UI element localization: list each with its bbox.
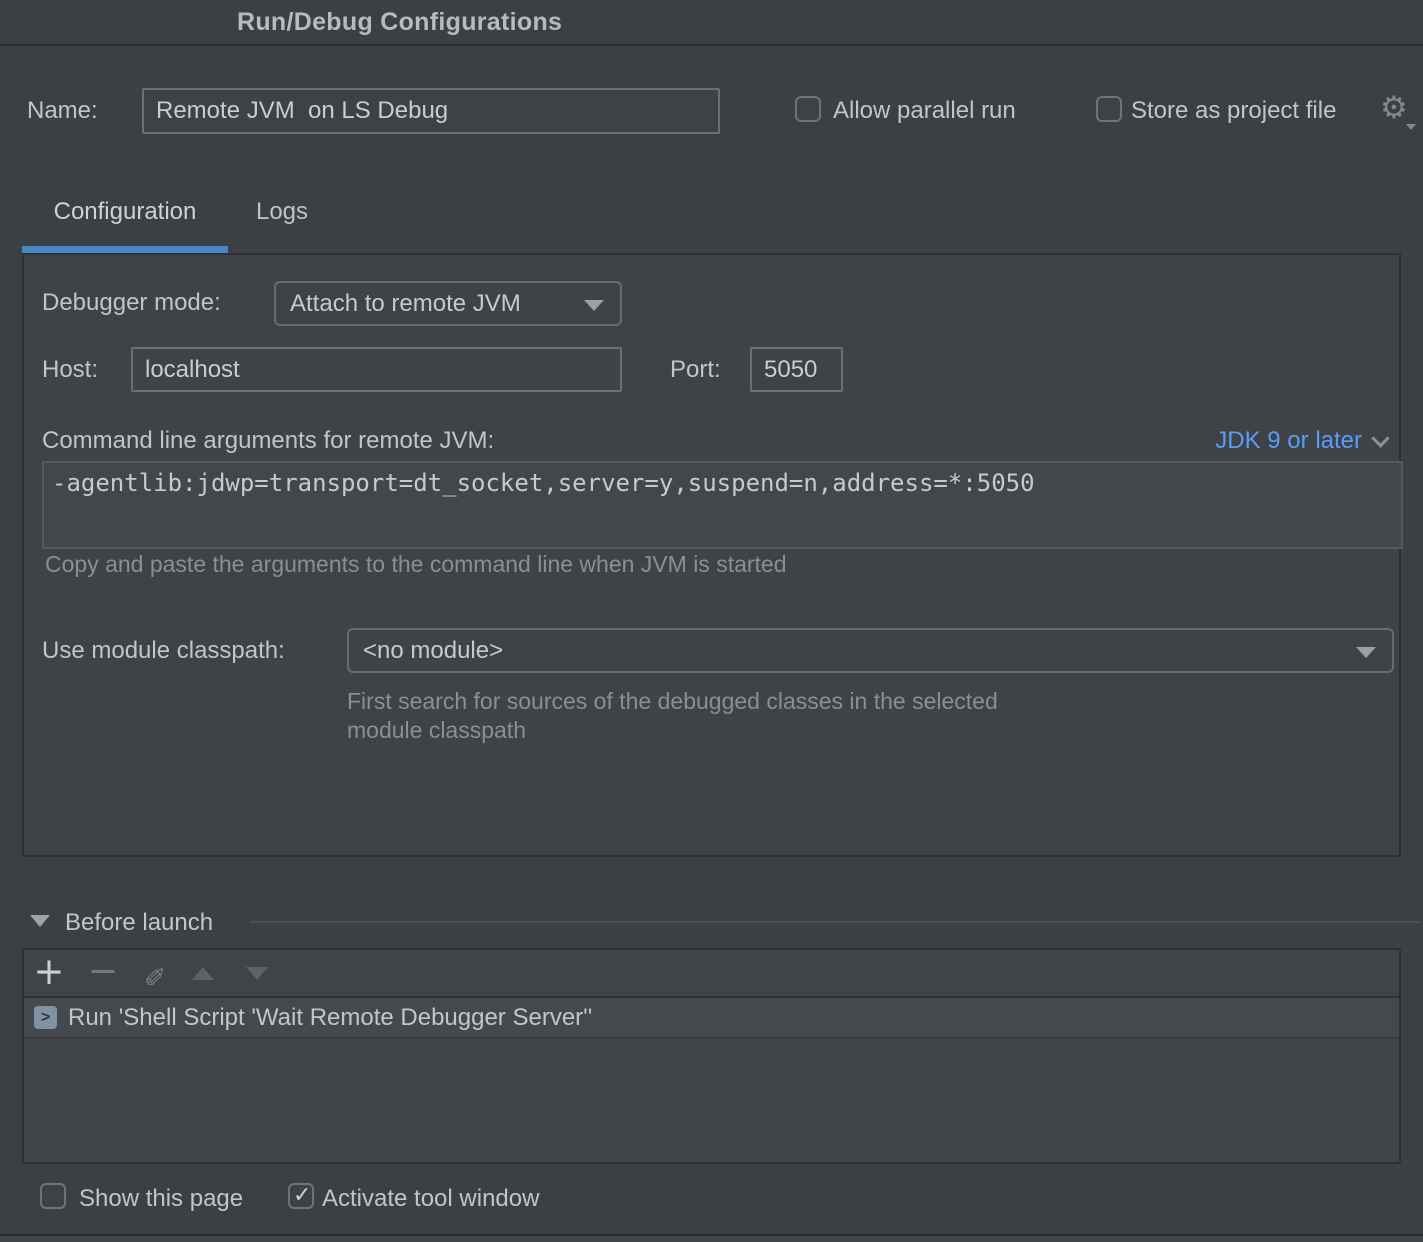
triangle-up-icon bbox=[192, 967, 214, 980]
name-label: Name: bbox=[27, 97, 98, 125]
chevron-down-icon bbox=[1356, 647, 1376, 658]
store-as-project-file-label[interactable]: Store as project file bbox=[1131, 97, 1336, 125]
configuration-panel: Debugger mode: Attach to remote JVM Host… bbox=[22, 253, 1401, 857]
triangle-down-icon bbox=[246, 967, 268, 980]
show-this-page-checkbox[interactable] bbox=[40, 1183, 66, 1209]
move-task-down-button[interactable] bbox=[240, 950, 274, 998]
store-as-project-file-checkbox[interactable] bbox=[1096, 96, 1122, 122]
add-task-button[interactable]: + bbox=[32, 950, 66, 998]
debugger-mode-label: Debugger mode: bbox=[42, 289, 221, 317]
allow-parallel-run-label[interactable]: Allow parallel run bbox=[833, 97, 1016, 125]
module-classpath-dropdown[interactable]: <no module> bbox=[347, 628, 1394, 673]
command-line-arguments-field[interactable]: -agentlib:jdwp=transport=dt_socket,serve… bbox=[42, 461, 1403, 549]
module-classpath-value: <no module> bbox=[363, 637, 503, 665]
before-launch-task-list: + − ✎ > Run 'Shell Script 'Wait Remote D… bbox=[22, 948, 1401, 1164]
allow-parallel-run-checkbox[interactable] bbox=[795, 96, 821, 122]
tab-logs[interactable]: Logs bbox=[228, 198, 336, 226]
task-label: Run 'Shell Script 'Wait Remote Debugger … bbox=[68, 1004, 592, 1032]
remove-task-button[interactable]: − bbox=[86, 950, 120, 998]
module-classpath-hint-line2: module classpath bbox=[347, 716, 998, 745]
move-task-up-button[interactable] bbox=[186, 950, 220, 998]
edit-task-button[interactable]: ✎ bbox=[138, 950, 172, 998]
host-input[interactable] bbox=[131, 347, 622, 392]
show-this-page-label[interactable]: Show this page bbox=[79, 1185, 243, 1213]
gear-icon[interactable]: ⚙ bbox=[1380, 90, 1408, 126]
port-input[interactable] bbox=[750, 347, 843, 392]
jdk-version-selector-label: JDK 9 or later bbox=[1215, 427, 1362, 454]
debugger-mode-dropdown[interactable]: Attach to remote JVM bbox=[274, 281, 622, 326]
module-classpath-hint: First search for sources of the debugged… bbox=[347, 687, 998, 745]
module-classpath-label: Use module classpath: bbox=[42, 637, 285, 665]
active-tab-indicator bbox=[22, 246, 228, 253]
command-line-label: Command line arguments for remote JVM: bbox=[42, 427, 494, 455]
host-label: Host: bbox=[42, 356, 98, 384]
task-list-toolbar: + − ✎ bbox=[24, 950, 1399, 998]
jdk-version-selector[interactable]: JDK 9 or later bbox=[1215, 427, 1387, 455]
chevron-down-icon bbox=[584, 300, 604, 311]
command-line-hint: Copy and paste the arguments to the comm… bbox=[45, 551, 787, 578]
activate-tool-window-label[interactable]: Activate tool window bbox=[322, 1185, 539, 1213]
bottom-button-bar-edge bbox=[0, 1236, 1423, 1242]
dialog-title: Run/Debug Configurations bbox=[237, 8, 562, 37]
debugger-mode-value: Attach to remote JVM bbox=[290, 290, 521, 318]
before-launch-title: Before launch bbox=[65, 909, 213, 937]
gear-caret-icon bbox=[1406, 124, 1416, 130]
before-launch-collapse-icon[interactable] bbox=[30, 915, 50, 927]
name-input[interactable] bbox=[142, 88, 720, 134]
chevron-down-icon bbox=[1371, 429, 1389, 447]
checkmark-icon: ✓ bbox=[293, 1183, 311, 1208]
tab-configuration[interactable]: Configuration bbox=[22, 198, 228, 226]
task-row[interactable]: > Run 'Shell Script 'Wait Remote Debugge… bbox=[24, 998, 1399, 1039]
dialog-titlebar: Run/Debug Configurations bbox=[0, 0, 1423, 46]
activate-tool-window-checkbox[interactable]: ✓ bbox=[288, 1183, 314, 1209]
module-classpath-hint-line1: First search for sources of the debugged… bbox=[347, 687, 998, 716]
port-label: Port: bbox=[670, 356, 721, 384]
before-launch-separator bbox=[250, 921, 1421, 923]
shell-script-icon: > bbox=[34, 1006, 57, 1029]
